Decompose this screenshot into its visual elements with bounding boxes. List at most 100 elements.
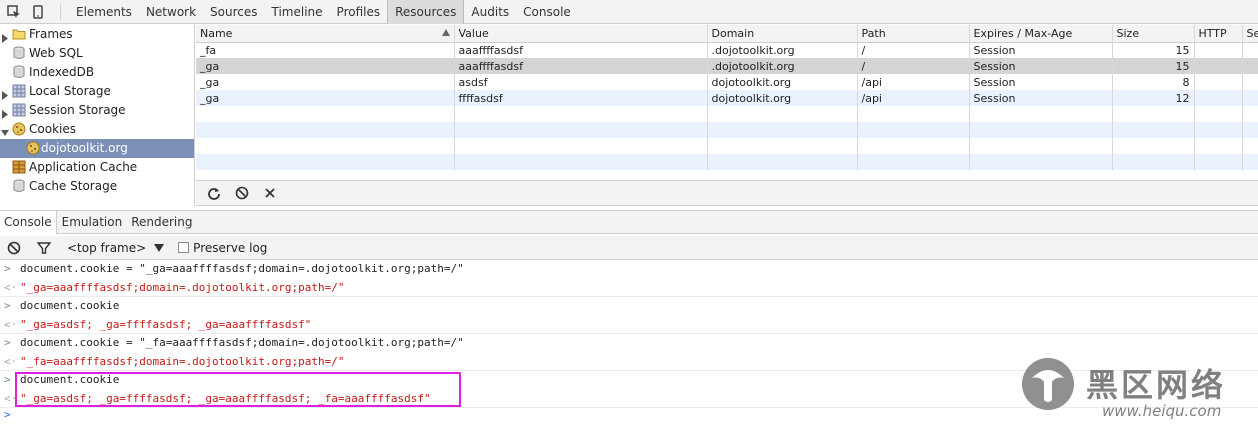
cell-size xyxy=(1112,138,1195,154)
sidebar-item-indexeddb[interactable]: IndexedDB xyxy=(0,63,194,82)
column-header-name[interactable]: Name xyxy=(196,25,455,43)
sidebar-item-frames[interactable]: Frames xyxy=(0,25,194,44)
column-header-sec[interactable]: Sec xyxy=(1242,25,1258,43)
tab-audits[interactable]: Audits xyxy=(464,0,516,24)
drawer-tab-console[interactable]: Console xyxy=(0,210,57,234)
database-icon xyxy=(12,46,26,60)
tab-resources[interactable]: Resources xyxy=(387,0,465,24)
cell-http xyxy=(1194,90,1243,106)
table-row[interactable]: _ga asdsf dojotoolkit.org/api Session 8 xyxy=(196,74,1258,90)
drawer-tabs: Console Emulation Rendering xyxy=(0,210,1258,234)
triangle-down-icon[interactable] xyxy=(1,125,9,136)
clear-console-icon[interactable] xyxy=(5,239,23,257)
triangle-right-icon[interactable] xyxy=(1,87,9,100)
sidebar-item-local-storage[interactable]: Local Storage xyxy=(0,82,194,101)
refresh-icon[interactable] xyxy=(204,183,224,203)
cell-name: _ga xyxy=(196,90,455,106)
column-header-label: Value xyxy=(458,26,489,40)
result-arrow-icon: <· xyxy=(4,280,18,294)
sidebar-item-label: IndexedDB xyxy=(29,65,95,79)
cell-value: aaaffffasdsf xyxy=(454,58,708,74)
input-prompt-icon: > xyxy=(4,373,11,386)
console-result-line: <· "_ga=aaaffffasdsf;domain=.dojotoolkit.… xyxy=(0,279,1258,297)
panel-tabs: Elements Network Sources Timeline Profiles Re… xyxy=(69,0,578,24)
cell-value: ffffasdsf xyxy=(454,90,708,106)
sidebar-item-application-cache[interactable]: Application Cache xyxy=(0,158,194,177)
sidebar-item-cache-storage[interactable]: Cache Storage xyxy=(0,177,194,196)
column-header-size[interactable]: Size xyxy=(1112,25,1195,43)
database-icon xyxy=(12,179,26,193)
triangle-right-icon[interactable] xyxy=(1,106,9,119)
cell-sec xyxy=(1242,42,1258,58)
drawer-tab-rendering[interactable]: Rendering xyxy=(127,211,196,234)
sidebar-item-label: Frames xyxy=(29,27,73,41)
sidebar-item-web-sql[interactable]: Web SQL xyxy=(0,44,194,63)
table-row[interactable]: _ga ffffasdsf dojotoolkit.org/api Session 12 xyxy=(196,90,1258,106)
column-header-path[interactable]: Path xyxy=(857,25,970,43)
sidebar-item-label: dojotoolkit.org xyxy=(41,141,128,155)
grid-header-row: Name Value Domain Path Expires / Max-Age Size… xyxy=(196,25,1258,43)
table-row[interactable]: _fa aaaffffasdsf .dojotoolkit.org / Session 1… xyxy=(196,42,1258,58)
input-prompt-icon: > xyxy=(4,299,11,312)
cell-name: _ga xyxy=(196,58,455,74)
cell-expires: Session xyxy=(969,74,1113,90)
cell-name: _ga xyxy=(196,74,455,90)
column-header-expires-max-age[interactable]: Expires / Max-Age xyxy=(969,25,1113,43)
tab-sources[interactable]: Sources xyxy=(203,0,264,24)
column-header-domain[interactable]: Domain xyxy=(707,25,858,43)
cell-value: asdsf xyxy=(454,74,708,90)
tab-network[interactable]: Network xyxy=(139,0,203,24)
cell-sec xyxy=(1242,58,1258,74)
cell-expires xyxy=(969,106,1113,122)
sidebar-item-label: Application Cache xyxy=(29,160,138,174)
empty-table-row xyxy=(196,122,1258,138)
tab-timeline[interactable]: Timeline xyxy=(265,0,330,24)
console-text: "_ga=asdsf; _ga=ffffasdsf; _ga=aaaffffas… xyxy=(20,317,312,331)
cell-value: aaaffffasdsf xyxy=(454,42,708,58)
frame-selector[interactable]: <top frame> xyxy=(67,241,146,255)
app-cache-icon xyxy=(12,160,26,174)
column-header-label: Domain xyxy=(711,26,755,40)
sidebar-item-label: Cache Storage xyxy=(29,179,118,193)
column-header-value[interactable]: Value xyxy=(454,25,708,43)
chevron-down-icon[interactable] xyxy=(154,243,165,252)
cell-size xyxy=(1112,122,1195,138)
column-header-label: Expires / Max-Age xyxy=(973,26,1073,40)
tab-elements[interactable]: Elements xyxy=(69,0,139,24)
sidebar-item-session-storage[interactable]: Session Storage xyxy=(0,101,194,120)
column-header-http[interactable]: HTTP xyxy=(1194,25,1243,43)
database-icon xyxy=(12,65,26,79)
cell-domain xyxy=(707,154,858,170)
column-header-label: Sec xyxy=(1246,26,1258,40)
device-mode-icon[interactable] xyxy=(28,2,48,22)
inspect-element-icon[interactable] xyxy=(4,2,24,22)
triangle-right-icon[interactable] xyxy=(1,30,9,43)
table-row[interactable]: _ga aaaffffasdsf .dojotoolkit.org / Session 1… xyxy=(196,58,1258,74)
console-result-line: <· "_ga=asdsf; _ga=ffffasdsf; _ga=aaaffff… xyxy=(0,316,1258,334)
empty-table-row xyxy=(196,138,1258,154)
drawer-tab-emulation[interactable]: Emulation xyxy=(58,211,127,234)
cell-path: /api xyxy=(857,74,970,90)
filter-icon[interactable] xyxy=(35,239,53,257)
cell-name xyxy=(196,154,455,170)
resources-sidebar: Frames Web SQL IndexedDB Local Storage Sessi… xyxy=(0,25,195,206)
cell-expires xyxy=(969,154,1113,170)
cell-path xyxy=(857,154,970,170)
cell-expires xyxy=(969,138,1113,154)
cell-expires: Session xyxy=(969,90,1113,106)
sidebar-item-cookies[interactable]: Cookies xyxy=(0,120,194,139)
tab-profiles[interactable]: Profiles xyxy=(330,0,388,24)
cell-sec xyxy=(1242,138,1258,154)
result-arrow-icon: <· xyxy=(4,317,18,331)
cell-path xyxy=(857,106,970,122)
delete-icon[interactable] xyxy=(260,183,280,203)
cookies-status-bar xyxy=(196,180,1258,206)
console-prompt[interactable]: > xyxy=(4,408,11,421)
console-toolbar: <top frame> Preserve log xyxy=(0,236,1258,260)
sidebar-item-dojotoolkit-org[interactable]: dojotoolkit.org xyxy=(0,139,194,158)
cell-name xyxy=(196,122,455,138)
cookies-grid: Name Value Domain Path Expires / Max-Age Size… xyxy=(196,25,1258,180)
preserve-log-checkbox[interactable] xyxy=(178,242,190,253)
tab-console[interactable]: Console xyxy=(516,0,578,24)
clear-icon[interactable] xyxy=(232,183,252,203)
